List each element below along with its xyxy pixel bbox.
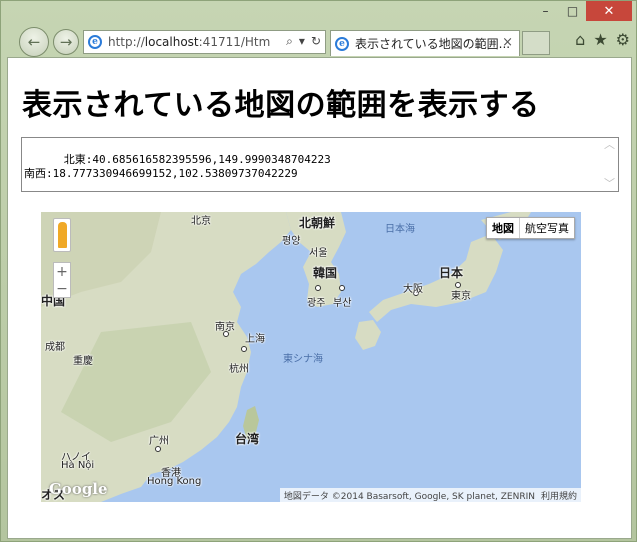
scroll-up-icon[interactable]: ︿ <box>604 138 615 152</box>
address-host: localhost <box>144 35 199 49</box>
label-osaka: 大阪 <box>403 284 423 295</box>
home-icon[interactable]: ⌂ <box>575 30 585 49</box>
new-tab-button[interactable] <box>522 31 550 55</box>
city-marker <box>223 331 229 337</box>
minimize-button[interactable]: – <box>532 1 559 21</box>
bounds-text: 北東:40.685616582395596,149.9990348704223 … <box>24 153 331 180</box>
city-marker <box>315 285 321 291</box>
maximize-button[interactable]: □ <box>559 1 586 21</box>
google-map[interactable]: 北京 北朝鮮 평양 서울 日本海 韓国 광주 부산 日本 大阪 東京 中国 成都… <box>41 212 581 502</box>
gear-icon[interactable]: ⚙ <box>616 30 630 49</box>
label-tokyo: 東京 <box>451 291 471 302</box>
label-hangzhou: 杭州 <box>229 364 249 375</box>
label-pyongyang: 평양 <box>282 236 301 247</box>
map-attribution: 地図データ ©2014 Basarsoft, Google, SK planet… <box>279 488 581 502</box>
bounds-textarea[interactable]: 北東:40.685616582395596,149.9990348704223 … <box>21 137 619 192</box>
label-taiwan: 台湾 <box>235 432 260 446</box>
label-beijing: 北京 <box>191 216 211 227</box>
label-guangzhou: 广州 <box>149 436 169 447</box>
textarea-scrollbar[interactable]: ︿ ﹀ <box>601 138 618 191</box>
scroll-down-icon[interactable]: ﹀ <box>604 177 615 191</box>
label-shanghai: 上海 <box>245 334 265 345</box>
label-sea-of-japan: 日本海 <box>385 224 415 235</box>
street-view-pegman[interactable] <box>53 218 71 252</box>
forward-button[interactable]: → <box>53 29 79 55</box>
search-icon[interactable]: ⌕ <box>286 34 293 49</box>
tab-close-icon[interactable]: × <box>502 35 513 50</box>
zoom-in-button[interactable]: + <box>56 264 68 280</box>
browser-window: – □ ✕ ← → e http://localhost:41711/Htm ⌕… <box>0 0 637 542</box>
label-east-china-sea: 東シナ海 <box>283 354 323 365</box>
browser-tools: ⌂ ★ ⚙ <box>575 30 630 49</box>
favorites-star-icon[interactable]: ★ <box>593 30 607 49</box>
zoom-out-button[interactable]: − <box>56 281 68 297</box>
label-chengdu: 成都 <box>45 342 65 353</box>
refresh-icon[interactable]: ↻ <box>311 34 321 49</box>
map-type-map-button[interactable]: 地図 <box>487 218 520 238</box>
city-marker <box>241 346 247 352</box>
forward-arrow-icon: → <box>59 33 73 51</box>
address-bar[interactable]: e http://localhost:41711/Htm ⌕ ▾ ↻ <box>83 30 326 54</box>
back-button[interactable]: ← <box>19 27 49 57</box>
google-logo: Google <box>49 480 108 498</box>
zoom-control: + − <box>53 262 71 298</box>
label-south-korea: 韓国 <box>313 266 338 280</box>
tab-title: 表示されている地図の範囲... <box>355 37 511 51</box>
label-chongqing: 重慶 <box>73 356 93 367</box>
label-hanoi: Hà Nội <box>61 460 95 471</box>
ie-icon: e <box>88 35 102 49</box>
ie-tab-icon: e <box>335 36 349 51</box>
map-type-control: 地図 航空写真 <box>486 217 575 239</box>
terms-link[interactable]: 利用規約 <box>541 489 577 502</box>
window-controls: – □ ✕ <box>532 1 632 21</box>
address-prefix: http:// <box>108 35 145 49</box>
page-content: 表示されている地図の範囲を表示する 北東:40.685616582395596,… <box>7 57 632 539</box>
back-arrow-icon: ← <box>27 33 41 51</box>
dropdown-icon[interactable]: ▾ <box>299 34 305 49</box>
label-busan: 부산 <box>333 298 352 309</box>
label-japan: 日本 <box>439 266 464 280</box>
label-hongkong: Hong Kong <box>147 476 202 487</box>
pegman-icon <box>58 222 67 248</box>
map-type-satellite-button[interactable]: 航空写真 <box>520 218 574 238</box>
label-north-korea: 北朝鮮 <box>299 216 336 230</box>
address-rest: :41711/Htm <box>198 35 271 49</box>
city-marker <box>339 285 345 291</box>
label-gwangju: 광주 <box>307 298 326 309</box>
attribution-text: 地図データ ©2014 Basarsoft, Google, SK planet… <box>283 492 535 502</box>
label-seoul: 서울 <box>309 248 328 259</box>
page-title: 表示されている地図の範囲を表示する <box>22 88 540 123</box>
close-button[interactable]: ✕ <box>586 1 632 21</box>
tab-current[interactable]: e 表示されている地図の範囲... × <box>330 30 520 56</box>
navigation-bar: ← → e http://localhost:41711/Htm ⌕ ▾ ↻ e… <box>1 25 637 57</box>
city-marker <box>155 446 161 452</box>
